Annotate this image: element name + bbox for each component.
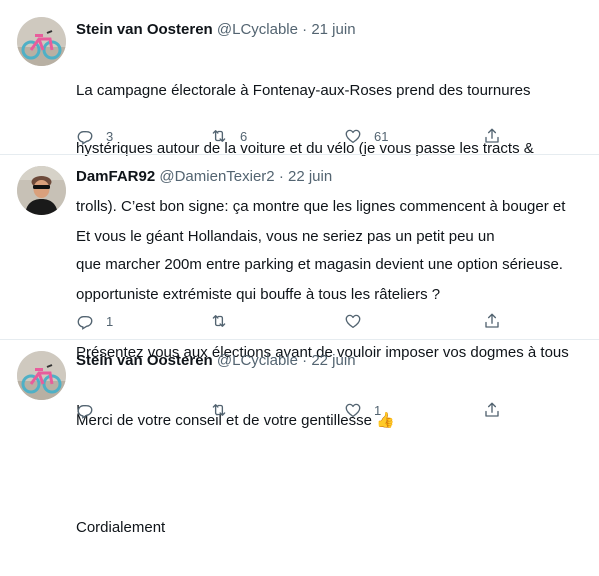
like-button[interactable] [344, 312, 374, 330]
tweet-text-line: opportuniste extrémiste qui bouffe à tou… [76, 286, 441, 304]
reply-button[interactable]: 3 [76, 127, 113, 145]
share-button[interactable] [483, 312, 501, 330]
share-icon [485, 402, 499, 417]
separator-dot: · [302, 21, 308, 38]
share-button[interactable] [483, 127, 501, 145]
separator-dot: · [302, 352, 308, 369]
tweet-actions: 1 [76, 312, 591, 332]
retweet-icon [212, 130, 226, 142]
avatar[interactable] [17, 166, 66, 215]
tweet-date[interactable]: 22 juin [311, 352, 355, 369]
reply-count: 1 [106, 313, 114, 329]
tweet-header: Stein van Oosteren @LCyclable · 21 juin [76, 21, 356, 39]
share-button[interactable] [483, 401, 501, 419]
tweet-header: DamFAR92 @DamienTexier2 · 22 juin [76, 168, 332, 186]
avatar[interactable] [17, 351, 66, 400]
tweet[interactable]: Stein van Oosteren @LCyclable · 21 juin … [0, 0, 599, 273]
tweet-text-line: La campagne électorale à Fontenay-aux-Ro… [76, 81, 531, 99]
like-button[interactable]: 61 [344, 127, 388, 145]
heart-icon [345, 314, 361, 329]
retweet-icon [212, 315, 226, 327]
author-handle[interactable]: @LCyclable [217, 21, 298, 38]
author-handle[interactable]: @DamienTexier2 [159, 168, 274, 185]
retweet-button[interactable] [210, 312, 240, 330]
tweet-text-line: Et vous le géant Hollandais, vous ne ser… [76, 227, 495, 245]
heart-icon [345, 403, 361, 418]
share-icon [485, 128, 499, 143]
tweet-actions: 3 6 61 [76, 127, 591, 147]
retweet-button[interactable] [210, 401, 240, 419]
tweet-actions: 1 [76, 401, 591, 421]
reply-count: 3 [106, 128, 114, 144]
reply-icon [77, 404, 93, 419]
tweet-date[interactable]: 22 juin [288, 168, 332, 185]
like-count: 61 [374, 128, 389, 144]
avatar[interactable] [17, 17, 66, 66]
retweet-icon [212, 404, 226, 416]
author-name[interactable]: Stein van Oosteren [76, 352, 213, 369]
retweet-button[interactable]: 6 [210, 127, 247, 145]
share-icon [485, 313, 499, 328]
avatar-bicycle-icon [17, 17, 66, 66]
reply-button[interactable] [76, 401, 106, 419]
author-name[interactable]: Stein van Oosteren [76, 21, 213, 38]
retweet-count: 6 [240, 128, 248, 144]
tweet[interactable]: Stein van Oosteren @LCyclable · 22 juin … [0, 340, 599, 431]
tweet-header: Stein van Oosteren @LCyclable · 22 juin [76, 352, 356, 370]
tweet[interactable]: DamFAR92 @DamienTexier2 · 22 juin Et vou… [0, 155, 599, 536]
like-count: 1 [374, 402, 382, 418]
reply-icon [77, 130, 93, 145]
avatar-person-sunglasses-icon [17, 166, 66, 215]
reply-button[interactable]: 1 [76, 312, 113, 330]
tweet-text-line: Cordialement [76, 518, 166, 536]
avatar-bicycle-icon [17, 351, 66, 400]
heart-icon [345, 129, 361, 144]
reply-icon [77, 315, 93, 330]
like-button[interactable]: 1 [344, 401, 381, 419]
separator-dot: · [278, 168, 284, 185]
author-name[interactable]: DamFAR92 [76, 168, 155, 185]
tweet-date[interactable]: 21 juin [311, 21, 355, 38]
author-handle[interactable]: @LCyclable [217, 352, 298, 369]
